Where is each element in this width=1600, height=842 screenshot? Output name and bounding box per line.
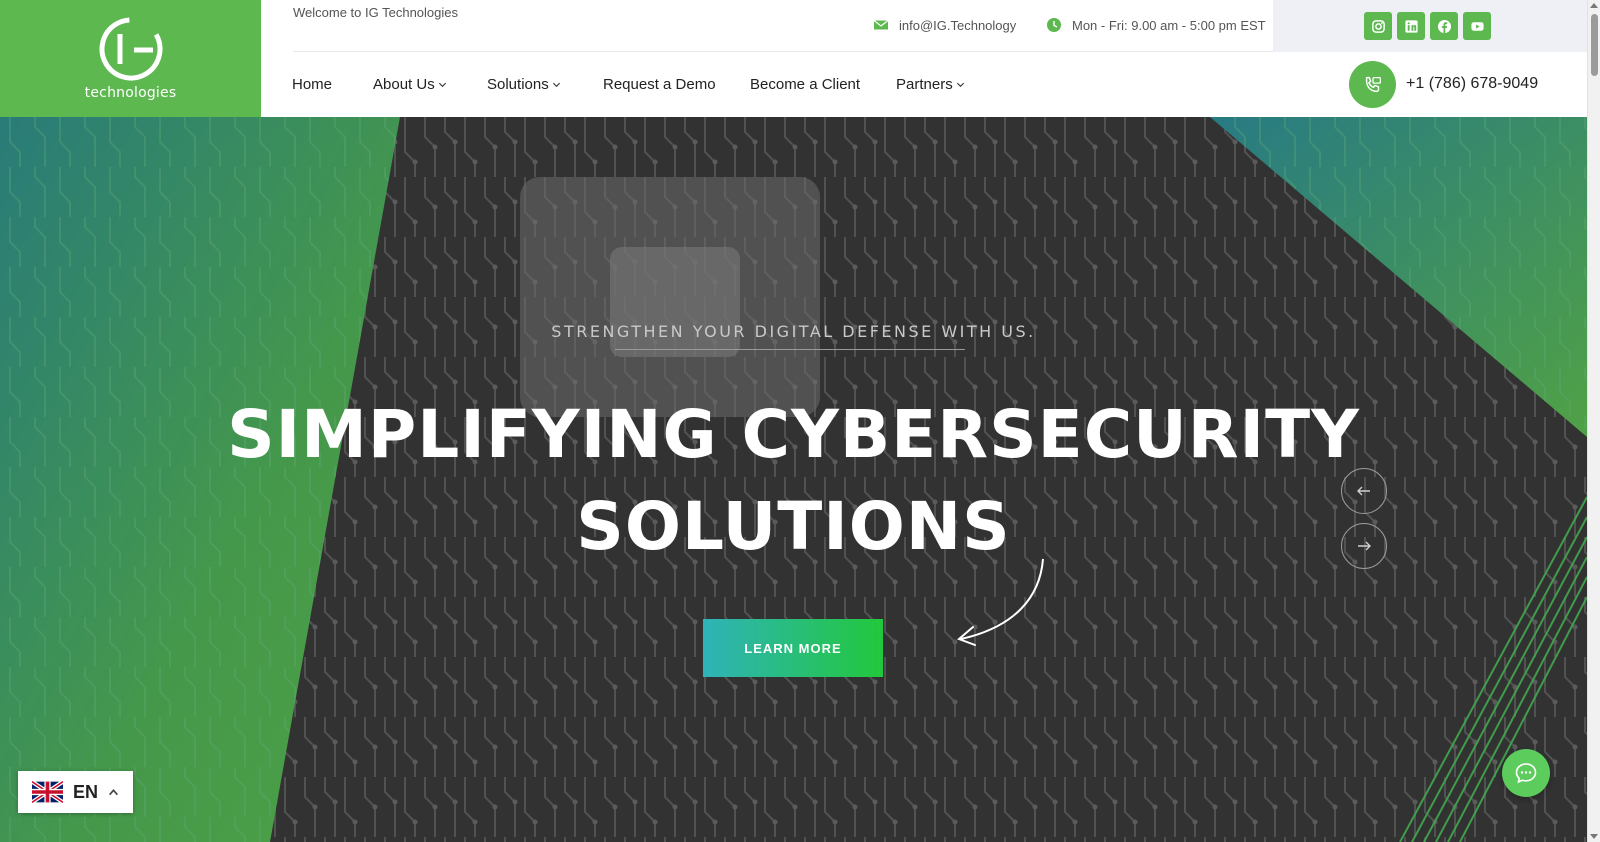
chevron-down-icon <box>552 82 560 88</box>
chat-bubble-icon <box>1515 763 1537 784</box>
scroll-down-arrow[interactable] <box>1590 834 1598 839</box>
chat-button[interactable] <box>1502 749 1550 797</box>
instagram-button[interactable] <box>1364 12 1392 40</box>
chevron-up-icon <box>109 788 118 795</box>
uk-flag-icon <box>32 781 63 803</box>
phone-button[interactable] <box>1349 61 1396 108</box>
main-navigation: Home About Us Solutions Request a Demo B… <box>261 52 1587 117</box>
page-scrollbar[interactable] <box>1587 0 1600 842</box>
youtube-icon <box>1470 21 1484 31</box>
chevron-down-icon <box>956 82 964 88</box>
instagram-icon <box>1371 19 1385 33</box>
headline-line-1: SIMPLIFYING CYBERSECURITY <box>227 396 1360 473</box>
top-info-bar: Welcome to IG Technologies info@IG.Techn… <box>261 0 1273 52</box>
email-text: info@IG.Technology <box>899 17 1017 33</box>
nav-partners-label: Partners <box>896 76 953 93</box>
site-logo[interactable]: technologies <box>0 0 261 117</box>
phone-number[interactable]: +1 (786) 678-9049 <box>1406 75 1538 93</box>
nav-solutions-label: Solutions <box>487 76 549 93</box>
nav-home-label: Home <box>292 76 333 93</box>
tagline-underline <box>615 349 965 350</box>
clock-icon <box>1047 18 1061 32</box>
slider-prev-button[interactable] <box>1341 468 1387 514</box>
nav-home[interactable]: Home <box>292 76 332 93</box>
social-links <box>1273 0 1587 52</box>
hero-tagline: STRENGTHEN YOUR DIGITAL DEFENSE WITH US. <box>551 322 1036 341</box>
scrollbar-thumb[interactable] <box>1591 14 1598 76</box>
welcome-text: Welcome to IG Technologies <box>293 5 458 20</box>
hours-text: Mon - Fri: 9.00 am - 5:00 pm EST <box>1072 17 1266 33</box>
envelope-icon <box>873 20 889 30</box>
nav-solutions[interactable]: Solutions <box>487 76 561 93</box>
phone-icon <box>1365 76 1381 92</box>
language-switcher[interactable]: EN <box>18 771 133 813</box>
language-code: EN <box>73 781 99 802</box>
facebook-icon <box>1437 19 1451 33</box>
hero-slider: STRENGTHEN YOUR DIGITAL DEFENSE WITH US.… <box>0 117 1587 842</box>
learn-more-button[interactable]: LEARN MORE <box>703 619 883 677</box>
nav-partners[interactable]: Partners <box>896 76 965 93</box>
nav-request-demo[interactable]: Request a Demo <box>603 76 716 93</box>
facebook-button[interactable] <box>1430 12 1458 40</box>
nav-become-client[interactable]: Become a Client <box>750 76 860 93</box>
arrow-right-icon <box>1358 541 1371 551</box>
linkedin-icon <box>1404 19 1418 33</box>
arrow-left-icon <box>1357 486 1370 496</box>
hours-info: Mon - Fri: 9.00 am - 5:00 pm EST <box>1046 17 1266 33</box>
ig-logo-icon <box>99 17 162 81</box>
nav-request-demo-label: Request a Demo <box>603 76 716 93</box>
nav-about-us-label: About Us <box>373 76 435 93</box>
scroll-up-arrow[interactable] <box>1590 3 1598 8</box>
slider-next-button[interactable] <box>1341 523 1387 569</box>
curved-arrow-icon <box>957 558 1044 646</box>
youtube-button[interactable] <box>1463 12 1491 40</box>
logo-wordmark: technologies <box>84 85 177 101</box>
nav-become-client-label: Become a Client <box>750 76 861 93</box>
nav-about-us[interactable]: About Us <box>373 76 447 93</box>
email-contact[interactable]: info@IG.Technology <box>873 17 1016 33</box>
chevron-down-icon <box>438 82 446 88</box>
linkedin-button[interactable] <box>1397 12 1425 40</box>
